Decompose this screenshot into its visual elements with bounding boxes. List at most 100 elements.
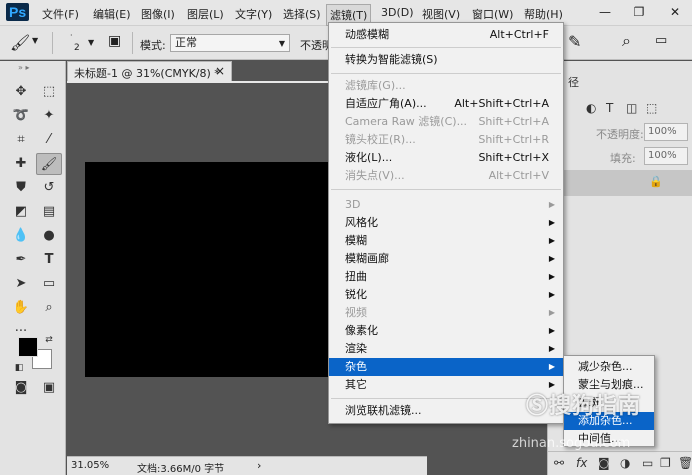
magic-wand-tool-icon[interactable]: ✦	[36, 105, 62, 127]
filter-adjust-icon[interactable]: T	[606, 101, 613, 115]
chevron-down-icon[interactable]: ▼	[88, 38, 94, 47]
canvas[interactable]	[85, 162, 345, 377]
path-selection-tool-icon[interactable]: ➤	[8, 273, 34, 295]
submenu-arrow-icon: ▶	[548, 272, 555, 281]
filter-pixel-icon[interactable]: ◐	[586, 101, 596, 115]
delete-layer-icon[interactable]: 🗑	[678, 456, 692, 470]
brush-panel-icon[interactable]: ▣	[108, 33, 121, 49]
menu-window[interactable]: 窗口(W)	[472, 6, 513, 22]
filter-menu-item-pixelate[interactable]: 像素化 ▶	[329, 322, 563, 340]
status-arrow-icon[interactable]: ›	[257, 459, 261, 472]
menu-3d[interactable]: 3D(D)	[381, 6, 414, 19]
menu-image[interactable]: 图像(I)	[141, 6, 175, 22]
brush-tool-icon[interactable]: 🖌	[36, 153, 62, 175]
blur-tool-icon[interactable]: 💧	[8, 225, 34, 247]
menu-item-label: 其它	[345, 378, 367, 391]
zoom-level[interactable]: 31.05%	[71, 460, 109, 471]
layer-row[interactable]: 🔒	[548, 170, 692, 196]
filter-menu-item-distort[interactable]: 扭曲 ▶	[329, 268, 563, 286]
screen-mode-icon[interactable]: ▣	[36, 377, 62, 399]
menu-help[interactable]: 帮助(H)	[524, 6, 563, 22]
adjustment-layer-icon[interactable]: ◑	[620, 456, 630, 470]
link-layers-icon[interactable]: ⚯	[554, 456, 564, 470]
minimize-icon[interactable]: —	[594, 4, 616, 20]
status-bar: 31.05% 文档:3.66M/0 字节 ›	[67, 456, 427, 475]
filter-menu-item-convert-smart[interactable]: 转换为智能滤镜(S)	[329, 51, 563, 69]
menu-item-label: 转换为智能滤镜(S)	[345, 53, 438, 66]
collapse-icon[interactable]: » ▸	[18, 63, 29, 72]
lasso-tool-icon[interactable]: ➰	[8, 105, 34, 127]
history-brush-tool-icon[interactable]: ↺	[36, 177, 62, 199]
filter-menu-item-camera-raw[interactable]: Camera Raw 滤镜(C)... Shift+Ctrl+A	[329, 113, 563, 131]
filter-menu-item-adaptive-wide-angle[interactable]: 自适应广角(A)... Alt+Shift+Ctrl+A	[329, 95, 563, 113]
layer-mask-icon[interactable]: ◙	[598, 456, 610, 470]
menu-item-shortcut: Shift+Ctrl+R	[478, 133, 549, 146]
document-info: 文档:3.66M/0 字节	[137, 464, 225, 475]
filter-menu-item-3d[interactable]: 3D ▶	[329, 196, 563, 214]
menu-separator	[331, 73, 561, 74]
swap-colors-icon[interactable]: ⇄	[42, 329, 56, 351]
filter-menu-item-stylize[interactable]: 风格化 ▶	[329, 214, 563, 232]
filter-menu-item-blur[interactable]: 模糊 ▶	[329, 232, 563, 250]
move-tool-icon[interactable]: ✥	[8, 81, 34, 103]
menu-edit[interactable]: 编辑(E)	[93, 6, 131, 22]
close-tab-icon[interactable]: ×	[215, 64, 225, 78]
opacity-field[interactable]: 100%	[644, 123, 688, 141]
brush-preview-dots[interactable]: ·	[70, 31, 73, 40]
document-tab[interactable]: 未标题-1 @ 31%(CMYK/8) * ×	[67, 61, 232, 81]
type-tool-icon[interactable]: T	[36, 249, 62, 271]
marquee-tool-icon[interactable]: ⬚	[36, 81, 62, 103]
eraser-tool-icon[interactable]: ◩	[8, 201, 34, 223]
zoom-tool-icon[interactable]: ⌕	[36, 297, 62, 319]
new-layer-icon[interactable]: ❐	[660, 456, 671, 470]
panel-tab-paths[interactable]: 径	[568, 74, 579, 90]
gradient-tool-icon[interactable]: ▤	[36, 201, 62, 223]
foreground-color-swatch-top[interactable]	[18, 337, 38, 357]
layers-panel-footer: ⚯ fx ◙ ◑ ▭ ❐ 🗑	[548, 451, 692, 475]
fill-field[interactable]: 100%	[644, 147, 688, 165]
submenu-arrow-icon: ▶	[548, 362, 555, 371]
filter-menu-item-blur-gallery[interactable]: 模糊画廊 ▶	[329, 250, 563, 268]
default-colors-icon[interactable]: ◧	[12, 357, 26, 379]
filter-menu-item-gallery[interactable]: 滤镜库(G)...	[329, 77, 563, 95]
menu-layer[interactable]: 图层(L)	[187, 6, 224, 22]
workspace-icon[interactable]: ▭	[655, 33, 667, 48]
layer-style-icon[interactable]: fx	[576, 456, 587, 470]
menu-item-shortcut: Alt+Shift+Ctrl+A	[454, 97, 549, 110]
lock-icon: 🔒	[649, 175, 663, 188]
rectangle-tool-icon[interactable]: ▭	[36, 273, 62, 295]
mode-select[interactable]: 正常 ▼	[170, 34, 290, 52]
chevron-down-icon[interactable]: ▼	[32, 36, 38, 45]
close-icon[interactable]: ✕	[664, 4, 686, 20]
restore-icon[interactable]: ❐	[628, 4, 650, 20]
menu-item-shortcut: Alt+Ctrl+F	[489, 28, 549, 41]
menu-select[interactable]: 选择(S)	[283, 6, 321, 22]
submenu-item-reduce-noise[interactable]: 减少杂色...	[564, 358, 654, 376]
clone-stamp-tool-icon[interactable]: ⛊	[8, 177, 34, 199]
menu-type[interactable]: 文字(Y)	[235, 6, 272, 22]
filter-shape-icon[interactable]: ◫	[626, 101, 637, 115]
airbrush-icon[interactable]: ✎	[568, 32, 581, 51]
filter-menu-item-sharpen[interactable]: 锐化 ▶	[329, 286, 563, 304]
eyedropper-tool-icon[interactable]: ⁄	[36, 129, 62, 151]
pen-tool-icon[interactable]: ✒	[8, 249, 34, 271]
filter-menu-item-vanishing-point[interactable]: 消失点(V)... Alt+Ctrl+V	[329, 167, 563, 185]
filter-menu-item-noise[interactable]: 杂色 ▶	[329, 358, 563, 376]
healing-brush-tool-icon[interactable]: ✚	[8, 153, 34, 175]
dodge-tool-icon[interactable]: ●	[36, 225, 62, 247]
group-icon[interactable]: ▭	[642, 456, 653, 470]
crop-tool-icon[interactable]: ⌗	[8, 129, 34, 151]
menu-view[interactable]: 视图(V)	[422, 6, 460, 22]
filter-menu-item-video[interactable]: 视频 ▶	[329, 304, 563, 322]
brush-size-value[interactable]: 2	[74, 43, 80, 53]
filter-menu-item-motion-blur[interactable]: 动感模糊 Alt+Ctrl+F	[329, 26, 563, 44]
brush-tool-icon[interactable]: 🖌	[10, 33, 30, 52]
filter-menu-item-lens-correction[interactable]: 镜头校正(R)... Shift+Ctrl+R	[329, 131, 563, 149]
quick-mask-icon[interactable]: ◙	[8, 377, 34, 399]
search-icon[interactable]: ⌕	[622, 31, 631, 51]
hand-tool-icon[interactable]: ✋	[8, 297, 34, 319]
menu-file[interactable]: 文件(F)	[42, 6, 79, 22]
filter-smart-icon[interactable]: ⬚	[646, 101, 657, 115]
filter-menu-item-liquify[interactable]: 液化(L)... Shift+Ctrl+X	[329, 149, 563, 167]
filter-menu-item-render[interactable]: 渲染 ▶	[329, 340, 563, 358]
